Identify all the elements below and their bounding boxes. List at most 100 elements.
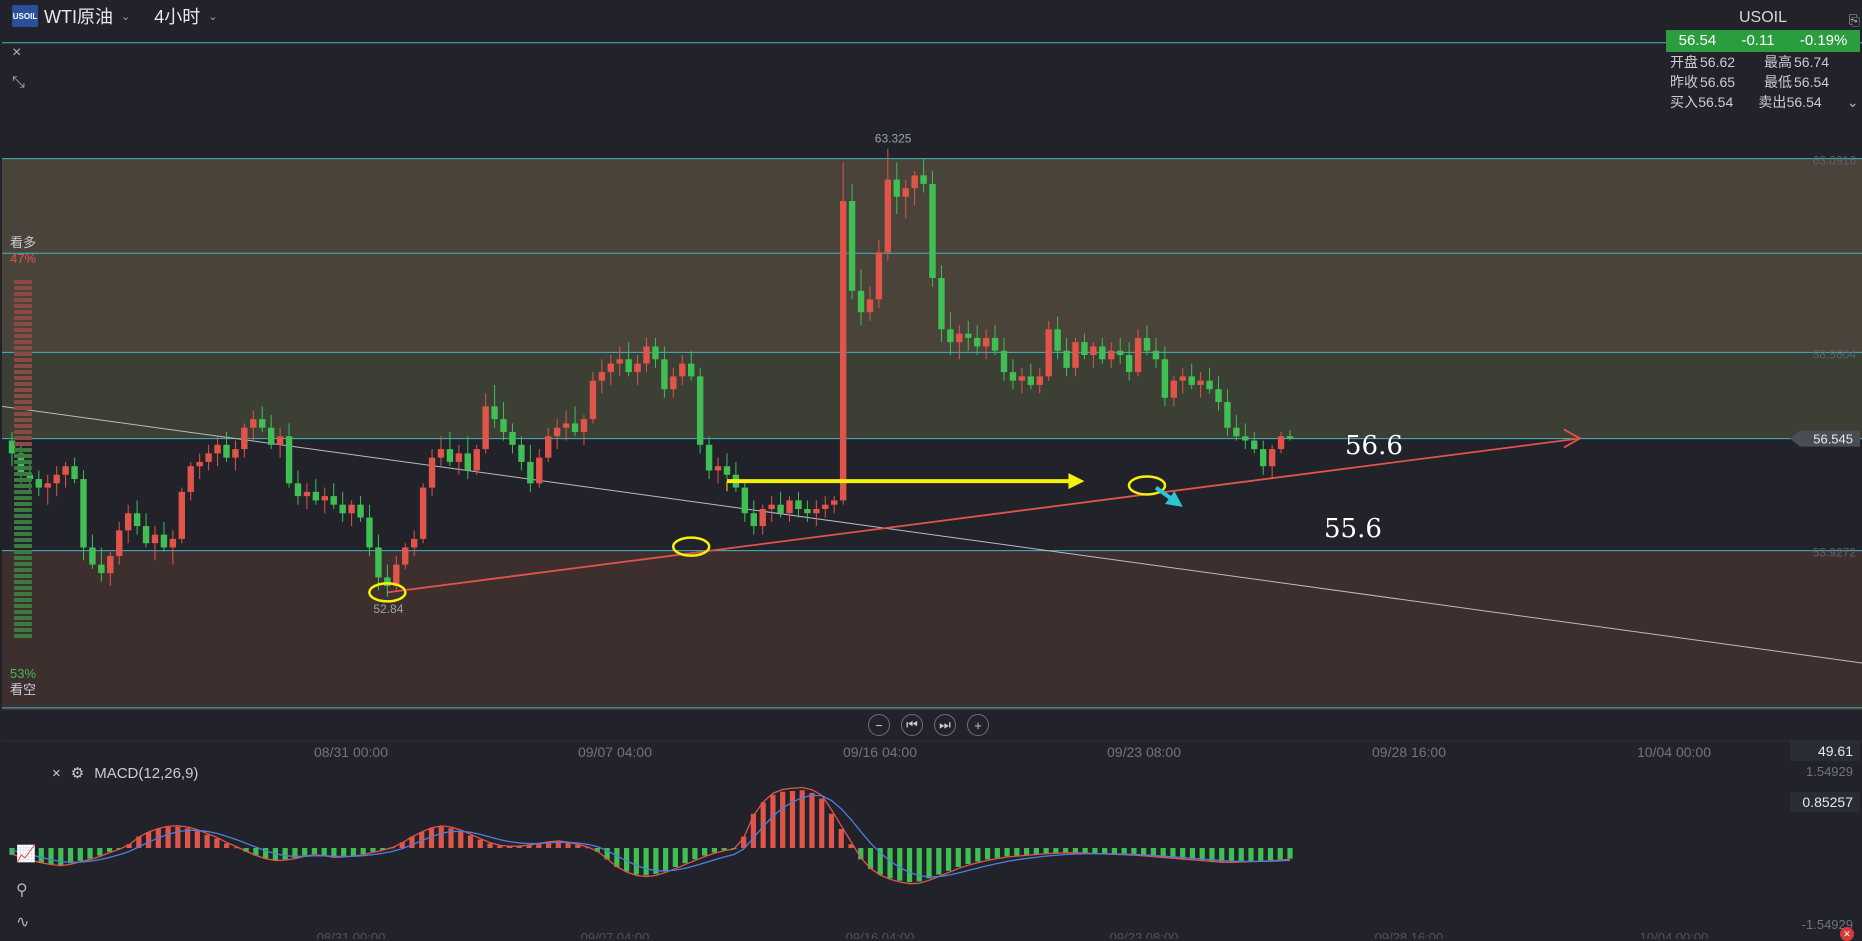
sentiment-gauge-segment <box>14 418 32 422</box>
candle-body <box>625 359 632 373</box>
candle-body <box>375 547 382 578</box>
macd-histogram-bar <box>458 831 464 848</box>
macd-histogram-bar <box>1014 848 1020 856</box>
macd-level-label: 1.54929 <box>1806 764 1853 779</box>
candle-body <box>160 534 168 548</box>
expand-icon[interactable]: ⌄ <box>1847 92 1860 112</box>
collapse-icon[interactable]: ⤡ <box>12 74 25 92</box>
pulse-icon[interactable]: ∿ <box>16 912 29 932</box>
sentiment-gauge-segment <box>14 634 32 638</box>
timeframe-selector[interactable]: 4小时 <box>154 3 200 29</box>
zoom-in-button[interactable]: + <box>967 714 989 736</box>
macd-histogram-bar <box>467 835 474 848</box>
candle <box>142 513 150 548</box>
candle <box>580 414 588 445</box>
candle-body <box>929 183 936 279</box>
scroll-end-button[interactable]: ⏭ <box>934 714 956 736</box>
sentiment-gauge-segment <box>14 592 32 596</box>
macd-histogram-bar <box>165 827 171 848</box>
candle-body <box>169 538 177 548</box>
candle-body <box>1161 359 1169 398</box>
candle-body <box>741 487 749 514</box>
drawing-tool-icon[interactable]: ⚲ <box>16 880 28 900</box>
candle-body <box>723 466 731 475</box>
candle-body <box>1000 350 1008 373</box>
sentiment-gauge-segment <box>14 514 32 518</box>
symbol-selector[interactable]: WTI原油 <box>44 3 113 29</box>
macd-histogram-bar <box>994 848 1000 858</box>
candle-body <box>357 504 364 518</box>
close-icon[interactable]: × <box>12 44 21 62</box>
candle-body <box>1125 355 1133 373</box>
candle <box>839 162 847 505</box>
sentiment-gauge-segment <box>14 286 32 290</box>
candle-body <box>1090 346 1097 355</box>
candle-body <box>142 526 150 544</box>
macd-histogram-bar <box>672 848 678 867</box>
candle-body <box>205 453 212 462</box>
macd-histogram-bar <box>194 830 200 848</box>
candle <box>536 449 543 488</box>
sentiment-gauge-segment <box>14 598 32 602</box>
price-axis-label: 53.9272 <box>1813 546 1857 560</box>
candle-body <box>795 500 802 509</box>
candle-body <box>527 461 534 484</box>
candle-body <box>1286 436 1294 439</box>
macd-histogram-bar <box>643 848 649 876</box>
candle-body <box>303 491 311 497</box>
sentiment-gauge-segment <box>14 586 32 590</box>
price-chart[interactable]: 56.6 55.6 63.325 52.84 63.0916 58.5604 56.545 5… <box>0 0 1862 939</box>
sentiment-gauge-segment <box>14 538 32 542</box>
candle <box>232 440 239 471</box>
sentiment-gauge-segment <box>14 346 32 350</box>
zoom-out-button[interactable]: − <box>868 714 890 736</box>
candle <box>804 500 811 522</box>
macd-histogram-bar <box>97 848 103 856</box>
chevron-down-icon[interactable]: ⌄ <box>121 10 130 23</box>
candle <box>1268 444 1276 480</box>
macd-histogram-bar <box>663 848 669 871</box>
macd-histogram-bar <box>1248 848 1254 861</box>
macd-histogram-bar <box>819 798 825 848</box>
sentiment-gauge-segment <box>14 466 32 470</box>
macd-histogram-bar <box>945 848 952 871</box>
sentiment-gauge-segment <box>14 376 32 380</box>
candle-body <box>223 444 230 458</box>
gear-icon[interactable]: ⚙ <box>71 764 84 782</box>
macd-histogram-bar <box>780 791 786 848</box>
sentiment-gauge-segment <box>14 334 32 338</box>
sentiment-gauge-segment <box>14 442 32 446</box>
candle <box>732 461 740 492</box>
candle-body <box>991 337 999 351</box>
macd-histogram-bar <box>58 848 64 866</box>
candle <box>89 534 96 569</box>
sentiment-gauge-segment <box>14 550 32 554</box>
macd-histogram-bar <box>1092 848 1098 854</box>
candle-body <box>1143 337 1151 351</box>
macd-histogram-bar <box>175 826 181 848</box>
scroll-start-button[interactable]: ⏮ <box>901 714 923 736</box>
macd-time-axis-label: 08/31 00:00 <box>317 930 386 939</box>
chevron-down-icon[interactable]: ⌄ <box>208 10 217 23</box>
candle <box>339 491 346 522</box>
candle-body <box>419 487 427 539</box>
indicator-icon[interactable]: 📈 <box>16 844 36 864</box>
price-change: -0.11 <box>1741 32 1775 49</box>
macd-histogram-bar <box>48 848 54 864</box>
candle-body <box>848 201 856 291</box>
candle <box>196 453 203 480</box>
candle-body <box>276 436 284 445</box>
macd-histogram-bar <box>702 848 708 856</box>
candle <box>473 444 480 475</box>
candle-body <box>402 547 409 565</box>
macd-time-axis-label: 09/07 04:00 <box>581 930 650 939</box>
sentiment-gauge-segment <box>14 364 32 368</box>
candle-body <box>875 252 883 300</box>
candle <box>750 500 757 535</box>
sentiment-gauge-segment <box>14 394 32 398</box>
candle-body <box>1179 376 1186 381</box>
candle <box>312 479 320 505</box>
macd-close-icon[interactable]: × <box>52 765 61 782</box>
panel-toggle-icon[interactable]: ⎘ <box>1849 6 1860 34</box>
macd-histogram-bar <box>1004 848 1010 857</box>
